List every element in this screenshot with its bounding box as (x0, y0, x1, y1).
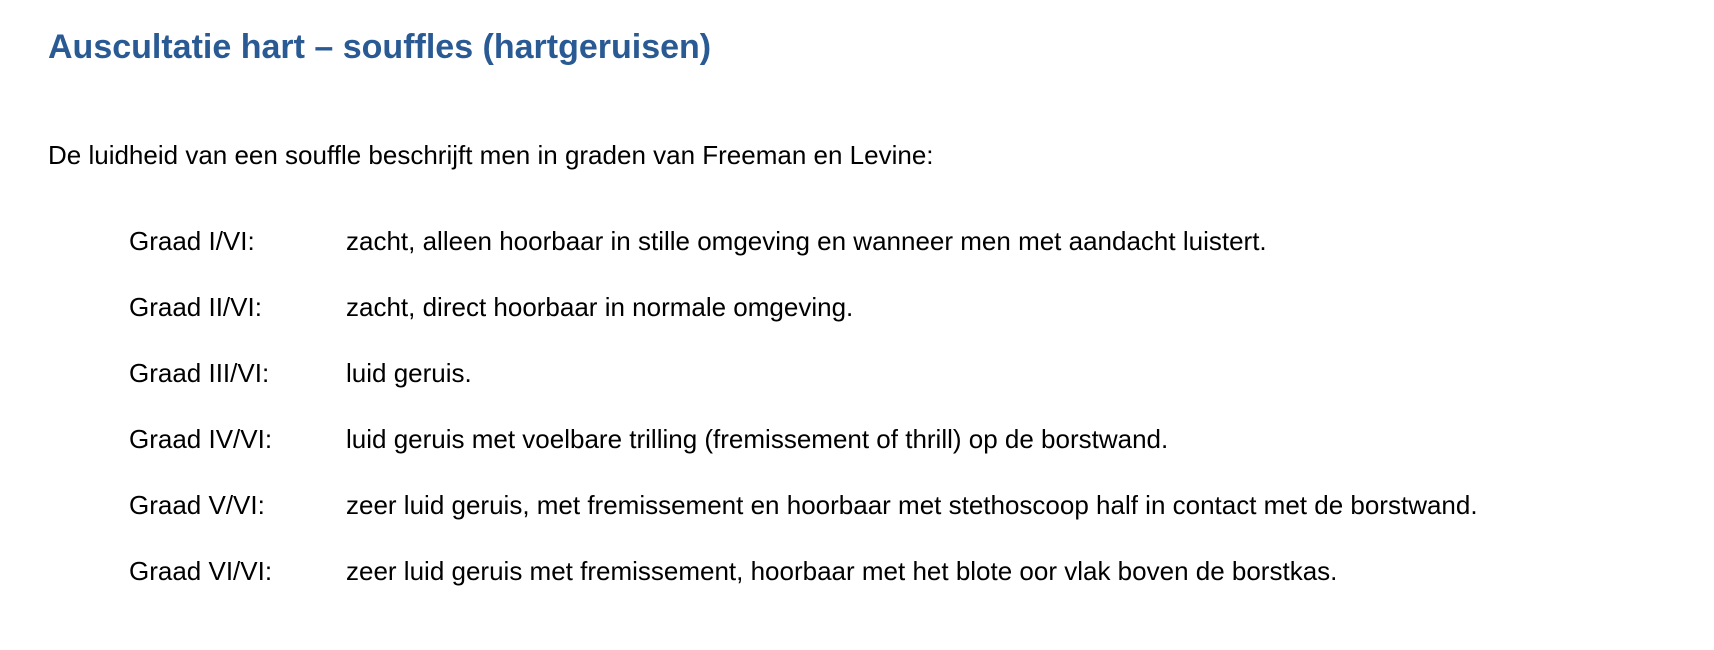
grade-description: zeer luid geruis met fremissement, hoorb… (346, 556, 1338, 586)
grade-label: Graad I/VI: (129, 226, 255, 256)
grade-list: Graad I/VI: zacht, alleen hoorbaar in st… (129, 226, 1478, 622)
grade-row-5: Graad V/VI: zeer luid geruis, met fremis… (129, 490, 1478, 556)
grade-row-4: Graad IV/VI: luid geruis met voelbare tr… (129, 424, 1478, 490)
grade-label: Graad VI/VI: (129, 556, 273, 586)
grade-label: Graad II/VI: (129, 292, 262, 322)
grade-label: Graad V/VI: (129, 490, 265, 520)
grade-row-6: Graad VI/VI: zeer luid geruis met fremis… (129, 556, 1478, 622)
grade-description: zacht, alleen hoorbaar in stille omgevin… (346, 226, 1267, 256)
grade-description: luid geruis. (346, 358, 472, 388)
page-title: Auscultatie hart – souffles (hartgeruise… (48, 28, 712, 66)
grade-description: zeer luid geruis, met fremissement en ho… (346, 490, 1478, 520)
grade-row-3: Graad III/VI: luid geruis. (129, 358, 1478, 424)
grade-description: luid geruis met voelbare trilling (fremi… (346, 424, 1169, 454)
document-page: Auscultatie hart – souffles (hartgeruise… (0, 0, 1714, 650)
grade-row-2: Graad II/VI: zacht, direct hoorbaar in n… (129, 292, 1478, 358)
intro-paragraph: De luidheid van een souffle beschrijft m… (48, 140, 934, 170)
grade-label: Graad IV/VI: (129, 424, 273, 454)
grade-description: zacht, direct hoorbaar in normale omgevi… (346, 292, 854, 322)
grade-label: Graad III/VI: (129, 358, 270, 388)
grade-row-1: Graad I/VI: zacht, alleen hoorbaar in st… (129, 226, 1478, 292)
